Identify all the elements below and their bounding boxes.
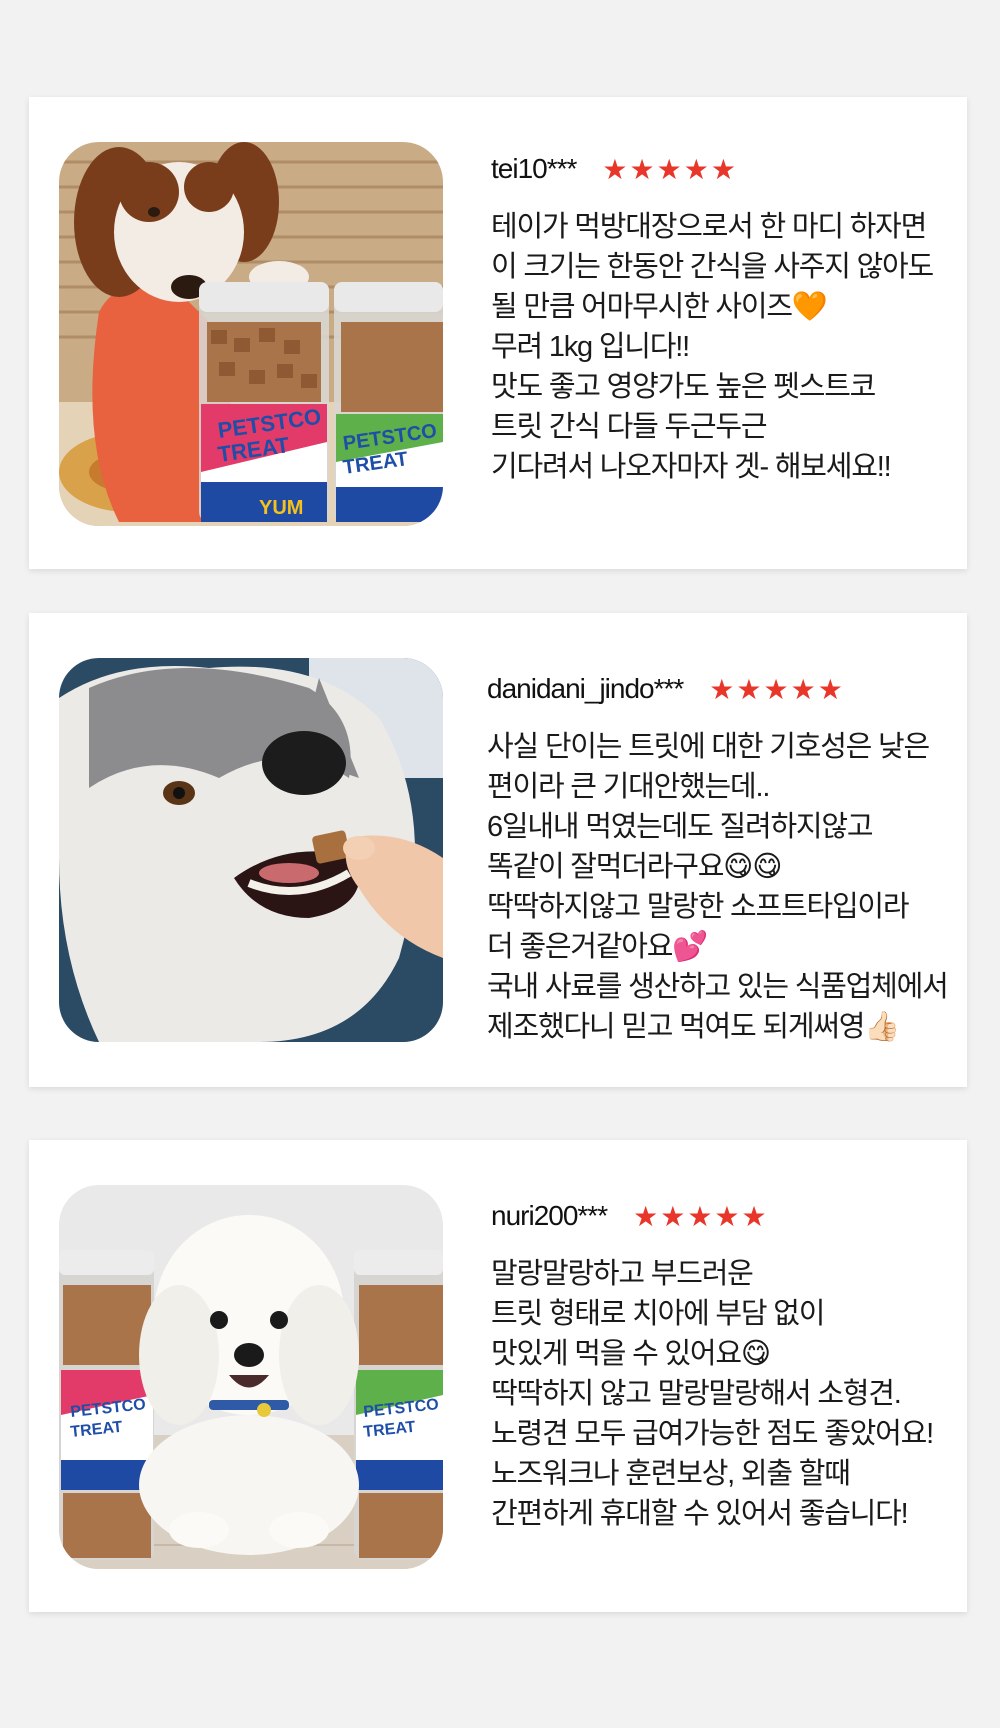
review-photo[interactable]	[59, 658, 443, 1042]
review-text: 말랑말랑하고 부드러운 트릿 형태로 치아에 부담 없이 맛있게 먹을 수 있어…	[491, 1254, 961, 1534]
review-text-line: 무려 1kg 입니다!!	[491, 331, 690, 363]
review-text-line: 트릿 형태로 치아에 부담 없이	[491, 1298, 825, 1330]
husky-eating-treat-photo	[59, 658, 443, 1042]
review-text-line: 노즈워크나 훈련보상, 외출 할때	[491, 1458, 851, 1490]
review-text-line: 제조했다니 믿고 먹여도 되게써영👍🏻	[487, 1011, 900, 1043]
review-text-line: 딱딱하지 않고 말랑말랑해서 소형견.	[491, 1378, 902, 1410]
review-text-line: 이 크기는 한동안 간식을 사주지 않아도	[491, 251, 934, 283]
review-text: 테이가 먹방대장으로서 한 마디 하자면 이 크기는 한동안 간식을 사주지 않…	[491, 207, 961, 487]
review-text-line: 간편하게 휴대할 수 있어서 좋습니다!	[491, 1498, 909, 1530]
review-header: tei10*** ★★★★★	[491, 149, 961, 189]
review-text-line: 될 만큼 어마무시한 사이즈🧡	[491, 291, 828, 323]
review-text-line: 노령견 모두 급여가능한 점도 좋았어요!	[491, 1418, 934, 1450]
review-text-line: 딱딱하지않고 말랑한 소프트타입이라	[487, 891, 910, 923]
review-text-line: 맛도 좋고 영양가도 높은 펫스트코	[491, 371, 876, 403]
reviewer-username: nuri200***	[491, 1200, 608, 1231]
reviewer-username: danidani_jindo***	[487, 673, 684, 704]
review-text-line: 말랑말랑하고 부드러운	[491, 1258, 754, 1290]
review-body: danidani_jindo*** ★★★★★ 사실 단이는 트릿에 대한 기호…	[487, 669, 961, 1047]
review-card: danidani_jindo*** ★★★★★ 사실 단이는 트릿에 대한 기호…	[29, 613, 967, 1087]
star-rating: ★★★★★	[709, 673, 845, 705]
review-body: nuri200*** ★★★★★ 말랑말랑하고 부드러운 트릿 형태로 치아에 …	[491, 1196, 961, 1534]
review-text-line: 트릿 간식 다들 두근두근	[491, 411, 768, 443]
dog-with-treat-jars-photo: PETSTCO TREAT YUM PETSTCO TREAT	[59, 142, 443, 526]
review-text-line: 똑같이 잘먹더라구요😋😋	[487, 851, 782, 883]
review-photo[interactable]: PETSTCO TREAT PETSTCO TREAT	[59, 1185, 443, 1569]
review-header: danidani_jindo*** ★★★★★	[487, 669, 961, 709]
review-body: tei10*** ★★★★★ 테이가 먹방대장으로서 한 마디 하자면 이 크기…	[491, 149, 961, 487]
review-text-line: 더 좋은거같아요💕	[487, 931, 708, 963]
star-rating: ★★★★★	[602, 153, 738, 185]
review-text-line: 기다려서 나오자마자 겟- 해보세요!!	[491, 451, 892, 483]
review-text-line: 테이가 먹방대장으로서 한 마디 하자면	[491, 211, 927, 243]
review-text-line: 6일내내 먹였는데도 질려하지않고	[487, 811, 874, 843]
review-card: PETSTCO TREAT YUM PETSTCO TREAT tei10***…	[29, 97, 967, 569]
star-rating: ★★★★★	[633, 1200, 769, 1232]
review-photo[interactable]: PETSTCO TREAT YUM PETSTCO TREAT	[59, 142, 443, 526]
review-header: nuri200*** ★★★★★	[491, 1196, 961, 1236]
white-dog-between-treat-jars-photo: PETSTCO TREAT PETSTCO TREAT	[59, 1185, 443, 1569]
review-card: PETSTCO TREAT PETSTCO TREAT nuri200*** ★…	[29, 1140, 967, 1612]
review-text-line: 편이라 큰 기대안했는데..	[487, 771, 770, 803]
svg-text:YUM: YUM	[259, 497, 303, 519]
review-text-line: 국내 사료를 생산하고 있는 식품업체에서	[487, 971, 949, 1003]
review-text: 사실 단이는 트릿에 대한 기호성은 낮은 편이라 큰 기대안했는데.. 6일내…	[487, 727, 961, 1047]
review-text-line: 맛있게 먹을 수 있어요😋	[491, 1338, 771, 1370]
reviewer-username: tei10***	[491, 153, 577, 184]
review-text-line: 사실 단이는 트릿에 대한 기호성은 낮은	[487, 731, 930, 763]
